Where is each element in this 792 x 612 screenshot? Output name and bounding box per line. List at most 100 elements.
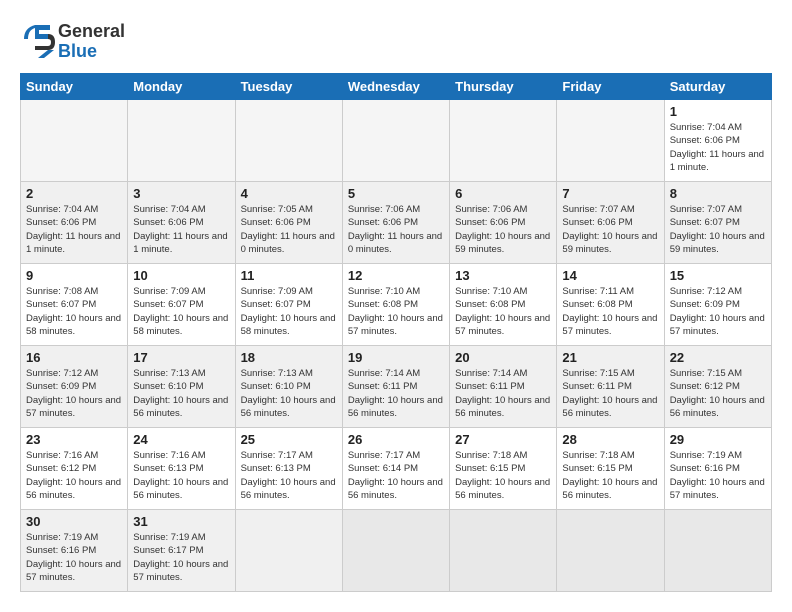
calendar-day-cell: 22 Sunrise: 7:15 AMSunset: 6:12 PMDayligh… xyxy=(664,346,771,428)
logo-general-text: General xyxy=(58,22,125,42)
calendar-day-cell: 21Sunrise: 7:15 AMSunset: 6:11 PMDayligh… xyxy=(557,346,664,428)
calendar-day-cell: 26Sunrise: 7:17 AMSunset: 6:14 PMDayligh… xyxy=(342,428,449,510)
day-info: Sunrise: 7:12 AMSunset: 6:09 PMDaylight:… xyxy=(26,367,122,420)
calendar-day-cell: 6 Sunrise: 7:06 AMSunset: 6:06 PMDaylight… xyxy=(450,182,557,264)
calendar-day-cell: 27Sunrise: 7:18 AMSunset: 6:15 PMDayligh… xyxy=(450,428,557,510)
day-info: Sunrise: 7:09 AMSunset: 6:07 PMDaylight:… xyxy=(241,285,337,338)
calendar-day-cell: 16 Sunrise: 7:12 AMSunset: 6:09 PMDayligh… xyxy=(21,346,128,428)
day-info: Sunrise: 7:17 AMSunset: 6:13 PMDaylight:… xyxy=(241,449,337,502)
day-number: 19 xyxy=(348,350,444,365)
calendar-day-header: Sunday xyxy=(21,74,128,100)
header: General Blue xyxy=(20,20,772,63)
day-number: 17 xyxy=(133,350,229,365)
calendar-day-cell: 13 Sunrise: 7:10 AMSunset: 6:08 PMDayligh… xyxy=(450,264,557,346)
calendar-day-cell: 23 Sunrise: 7:16 AMSunset: 6:12 PMDayligh… xyxy=(21,428,128,510)
calendar-day-cell: 17 Sunrise: 7:13 AMSunset: 6:10 PMDayligh… xyxy=(128,346,235,428)
day-number: 15 xyxy=(670,268,766,283)
calendar-day-cell: 12Sunrise: 7:10 AMSunset: 6:08 PMDayligh… xyxy=(342,264,449,346)
day-info: Sunrise: 7:16 AMSunset: 6:13 PMDaylight:… xyxy=(133,449,229,502)
calendar-day-header: Friday xyxy=(557,74,664,100)
day-info: Sunrise: 7:07 AMSunset: 6:06 PMDaylight:… xyxy=(562,203,658,256)
day-info: Sunrise: 7:19 AMSunset: 6:17 PMDaylight:… xyxy=(133,531,229,584)
calendar-week-row: 23 Sunrise: 7:16 AMSunset: 6:12 PMDayligh… xyxy=(21,428,772,510)
day-info: Sunrise: 7:06 AMSunset: 6:06 PMDaylight:… xyxy=(455,203,551,256)
day-number: 27 xyxy=(455,432,551,447)
calendar-day-cell: 8 Sunrise: 7:07 AMSunset: 6:07 PMDaylight… xyxy=(664,182,771,264)
logo: General Blue xyxy=(20,20,125,63)
calendar-day-cell xyxy=(342,510,449,592)
day-number: 2 xyxy=(26,186,122,201)
calendar-day-header: Tuesday xyxy=(235,74,342,100)
day-number: 28 xyxy=(562,432,658,447)
day-number: 11 xyxy=(241,268,337,283)
calendar-header-row: SundayMondayTuesdayWednesdayThursdayFrid… xyxy=(21,74,772,100)
day-number: 31 xyxy=(133,514,229,529)
day-info: Sunrise: 7:13 AMSunset: 6:10 PMDaylight:… xyxy=(241,367,337,420)
day-info: Sunrise: 7:11 AMSunset: 6:08 PMDaylight:… xyxy=(562,285,658,338)
calendar-day-cell xyxy=(235,510,342,592)
calendar-day-header: Saturday xyxy=(664,74,771,100)
calendar-day-cell: 1 Sunrise: 7:04 AMSunset: 6:06 PMDaylight… xyxy=(664,100,771,182)
day-number: 25 xyxy=(241,432,337,447)
calendar-day-cell: 31 Sunrise: 7:19 AMSunset: 6:17 PMDayligh… xyxy=(128,510,235,592)
calendar-day-cell xyxy=(342,100,449,182)
day-number: 20 xyxy=(455,350,551,365)
calendar-day-cell: 29 Sunrise: 7:19 AMSunset: 6:16 PMDayligh… xyxy=(664,428,771,510)
calendar-day-cell xyxy=(557,510,664,592)
day-number: 9 xyxy=(26,268,122,283)
calendar-day-cell: 4Sunrise: 7:05 AMSunset: 6:06 PMDaylight… xyxy=(235,182,342,264)
calendar-day-cell xyxy=(21,100,128,182)
calendar-day-cell: 7 Sunrise: 7:07 AMSunset: 6:06 PMDaylight… xyxy=(557,182,664,264)
day-info: Sunrise: 7:15 AMSunset: 6:12 PMDaylight:… xyxy=(670,367,766,420)
day-info: Sunrise: 7:08 AMSunset: 6:07 PMDaylight:… xyxy=(26,285,122,338)
day-number: 22 xyxy=(670,350,766,365)
calendar-day-cell xyxy=(128,100,235,182)
day-info: Sunrise: 7:15 AMSunset: 6:11 PMDaylight:… xyxy=(562,367,658,420)
day-number: 23 xyxy=(26,432,122,447)
calendar-day-cell: 5 Sunrise: 7:06 AMSunset: 6:06 PMDaylight… xyxy=(342,182,449,264)
calendar-day-cell: 9 Sunrise: 7:08 AMSunset: 6:07 PMDaylight… xyxy=(21,264,128,346)
day-number: 7 xyxy=(562,186,658,201)
day-number: 13 xyxy=(455,268,551,283)
day-number: 16 xyxy=(26,350,122,365)
day-info: Sunrise: 7:04 AMSunset: 6:06 PMDaylight:… xyxy=(133,203,229,256)
calendar-day-cell: 15 Sunrise: 7:12 AMSunset: 6:09 PMDayligh… xyxy=(664,264,771,346)
day-number: 12 xyxy=(348,268,444,283)
day-info: Sunrise: 7:19 AMSunset: 6:16 PMDaylight:… xyxy=(26,531,122,584)
day-info: Sunrise: 7:14 AMSunset: 6:11 PMDaylight:… xyxy=(348,367,444,420)
day-number: 29 xyxy=(670,432,766,447)
day-info: Sunrise: 7:06 AMSunset: 6:06 PMDaylight:… xyxy=(348,203,444,256)
calendar-day-header: Thursday xyxy=(450,74,557,100)
calendar-week-row: 9 Sunrise: 7:08 AMSunset: 6:07 PMDaylight… xyxy=(21,264,772,346)
calendar-day-cell: 18Sunrise: 7:13 AMSunset: 6:10 PMDayligh… xyxy=(235,346,342,428)
day-number: 8 xyxy=(670,186,766,201)
day-info: Sunrise: 7:13 AMSunset: 6:10 PMDaylight:… xyxy=(133,367,229,420)
calendar-day-cell: 24Sunrise: 7:16 AMSunset: 6:13 PMDayligh… xyxy=(128,428,235,510)
day-info: Sunrise: 7:19 AMSunset: 6:16 PMDaylight:… xyxy=(670,449,766,502)
day-number: 6 xyxy=(455,186,551,201)
calendar-day-cell: 20 Sunrise: 7:14 AMSunset: 6:11 PMDayligh… xyxy=(450,346,557,428)
day-info: Sunrise: 7:14 AMSunset: 6:11 PMDaylight:… xyxy=(455,367,551,420)
day-info: Sunrise: 7:16 AMSunset: 6:12 PMDaylight:… xyxy=(26,449,122,502)
day-number: 1 xyxy=(670,104,766,119)
calendar-table: SundayMondayTuesdayWednesdayThursdayFrid… xyxy=(20,73,772,592)
day-info: Sunrise: 7:07 AMSunset: 6:07 PMDaylight:… xyxy=(670,203,766,256)
calendar-day-header: Wednesday xyxy=(342,74,449,100)
calendar-day-cell: 28Sunrise: 7:18 AMSunset: 6:15 PMDayligh… xyxy=(557,428,664,510)
day-info: Sunrise: 7:12 AMSunset: 6:09 PMDaylight:… xyxy=(670,285,766,338)
logo-icon xyxy=(20,20,58,58)
calendar-day-cell: 10 Sunrise: 7:09 AMSunset: 6:07 PMDayligh… xyxy=(128,264,235,346)
day-number: 30 xyxy=(26,514,122,529)
page: General Blue SundayMondayTuesdayWednesda… xyxy=(0,0,792,602)
calendar-day-cell xyxy=(450,100,557,182)
calendar-day-cell xyxy=(450,510,557,592)
day-number: 5 xyxy=(348,186,444,201)
calendar-day-cell xyxy=(235,100,342,182)
calendar-week-row: 30 Sunrise: 7:19 AMSunset: 6:16 PMDayligh… xyxy=(21,510,772,592)
day-number: 10 xyxy=(133,268,229,283)
day-info: Sunrise: 7:04 AMSunset: 6:06 PMDaylight:… xyxy=(670,121,766,174)
day-info: Sunrise: 7:09 AMSunset: 6:07 PMDaylight:… xyxy=(133,285,229,338)
day-info: Sunrise: 7:10 AMSunset: 6:08 PMDaylight:… xyxy=(455,285,551,338)
day-number: 4 xyxy=(241,186,337,201)
calendar-day-cell: 30 Sunrise: 7:19 AMSunset: 6:16 PMDayligh… xyxy=(21,510,128,592)
